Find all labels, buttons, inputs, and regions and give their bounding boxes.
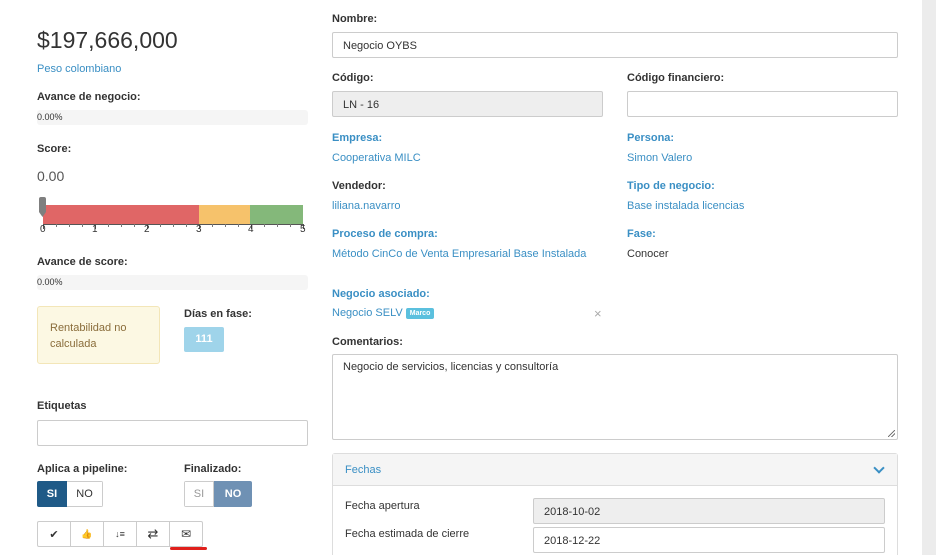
empresa-label: Empresa: bbox=[332, 132, 383, 144]
finalizado-toggle[interactable]: SI NO bbox=[184, 481, 252, 507]
gauge-minor-tick bbox=[121, 224, 122, 227]
pipeline-no-button[interactable]: NO bbox=[67, 481, 103, 507]
gauge-minor-tick bbox=[82, 224, 83, 227]
fechas-header[interactable]: Fechas bbox=[333, 454, 897, 486]
gauge-minor-tick bbox=[277, 224, 278, 227]
avance-score-label: Avance de score: bbox=[37, 256, 128, 268]
gauge-minor-tick bbox=[238, 224, 239, 227]
active-tab-underline bbox=[170, 547, 207, 550]
exchange-icon[interactable]: ⇄ bbox=[136, 521, 170, 547]
tipo-negocio-label: Tipo de negocio: bbox=[627, 180, 715, 192]
chevron-down-icon[interactable] bbox=[873, 462, 885, 474]
rentabilidad-box: Rentabilidad no calculada bbox=[37, 306, 160, 364]
gauge-green-segment bbox=[250, 205, 303, 224]
proceso-compra-label: Proceso de compra: bbox=[332, 228, 438, 240]
negocio-asociado-row: Negocio SELV Marco bbox=[332, 307, 435, 319]
negocio-asociado-label: Negocio asociado: bbox=[332, 288, 430, 300]
codigo-label: Código: bbox=[332, 72, 374, 84]
etiquetas-label: Etiquetas bbox=[37, 400, 87, 412]
vendedor-link[interactable]: liliana.navarro bbox=[332, 200, 400, 212]
rentabilidad-text: Rentabilidad no calculada bbox=[50, 322, 127, 350]
comentarios-textarea[interactable]: Negocio de servicios, licencias y consul… bbox=[332, 354, 898, 440]
score-label: Score: bbox=[37, 143, 72, 155]
finalizado-no-button[interactable]: NO bbox=[214, 481, 252, 507]
proceso-compra-link[interactable]: Método CinCo de Venta Empresarial Base I… bbox=[332, 248, 586, 260]
dias-en-fase-label: Días en fase: bbox=[184, 308, 252, 320]
sort-icon[interactable]: ↓≡ bbox=[103, 521, 137, 547]
finalizado-label: Finalizado: bbox=[184, 463, 242, 475]
comentarios-label: Comentarios: bbox=[332, 336, 403, 348]
gauge-yellow-segment bbox=[199, 205, 250, 224]
dias-en-fase-badge: 111 bbox=[184, 327, 224, 352]
marco-badge: Marco bbox=[405, 307, 435, 319]
finalizado-si-button[interactable]: SI bbox=[184, 481, 214, 507]
fechas-title: Fechas bbox=[345, 464, 382, 476]
fecha-cierre-label: Fecha estimada de cierre bbox=[345, 528, 470, 540]
envelope-icon[interactable]: ✉ bbox=[169, 521, 203, 547]
deal-detail-panel: $197,666,000 Peso colombiano Avance de n… bbox=[0, 0, 922, 555]
avance-negocio-value: 0.00% bbox=[37, 112, 63, 122]
gauge-minor-tick bbox=[212, 224, 213, 227]
remove-associated-icon[interactable]: × bbox=[594, 306, 602, 321]
avance-score-value: 0.00% bbox=[37, 277, 63, 287]
nombre-label: Nombre: bbox=[332, 13, 378, 25]
gauge-minor-tick bbox=[108, 224, 109, 227]
currency-link[interactable]: Peso colombiano bbox=[37, 63, 121, 75]
gauge-minor-tick bbox=[69, 224, 70, 227]
empresa-link[interactable]: Cooperativa MILC bbox=[332, 152, 421, 164]
fase-value: Conocer bbox=[627, 248, 669, 260]
deal-amount: $197,666,000 bbox=[37, 27, 178, 53]
gauge-minor-tick bbox=[56, 224, 57, 227]
fecha-apertura-input: 2018-10-02 bbox=[533, 498, 885, 524]
gauge-minor-tick bbox=[160, 224, 161, 227]
tipo-negocio-link[interactable]: Base instalada licencias bbox=[627, 200, 744, 212]
gauge-tick-label: 5 bbox=[300, 224, 306, 235]
pipeline-label: Aplica a pipeline: bbox=[37, 463, 128, 475]
gauge-tick-label: 1 bbox=[92, 224, 98, 235]
gauge-minor-tick bbox=[186, 224, 187, 227]
vendedor-label: Vendedor: bbox=[332, 180, 386, 192]
codigo-financiero-input[interactable] bbox=[627, 91, 898, 117]
fecha-cierre-input[interactable]: 2018-12-22 bbox=[533, 527, 885, 553]
avance-score-bar: 0.00% bbox=[37, 275, 308, 290]
score-value: 0.00 bbox=[37, 168, 65, 184]
gauge-tick-label: 3 bbox=[196, 224, 202, 235]
gauge-minor-tick bbox=[134, 224, 135, 227]
nombre-input[interactable]: Negocio OYBS bbox=[332, 32, 898, 58]
pipeline-toggle[interactable]: SI NO bbox=[37, 481, 103, 507]
etiquetas-input[interactable] bbox=[37, 420, 308, 446]
persona-label: Persona: bbox=[627, 132, 675, 144]
action-toolbar: ✔ 👍 ↓≡ ⇄ ✉ bbox=[37, 521, 203, 547]
codigo-financiero-label: Código financiero: bbox=[627, 72, 725, 84]
gauge-red-segment bbox=[43, 205, 199, 224]
check-icon[interactable]: ✔ bbox=[37, 521, 71, 547]
avance-negocio-label: Avance de negocio: bbox=[37, 91, 141, 103]
gauge-minor-tick bbox=[225, 224, 226, 227]
avance-negocio-bar: 0.00% bbox=[37, 110, 308, 125]
comentarios-text: Negocio de servicios, licencias y consul… bbox=[343, 361, 559, 373]
gauge-tick-label: 2 bbox=[144, 224, 150, 235]
codigo-input: LN - 16 bbox=[332, 91, 603, 117]
fecha-apertura-label: Fecha apertura bbox=[345, 500, 420, 512]
fase-label: Fase: bbox=[627, 228, 656, 240]
gauge-minor-tick bbox=[290, 224, 291, 227]
persona-link[interactable]: Simon Valero bbox=[627, 152, 692, 164]
gauge-minor-tick bbox=[173, 224, 174, 227]
gauge-tick-label: 0 bbox=[40, 224, 46, 235]
gauge-tick-label: 4 bbox=[248, 224, 254, 235]
negocio-asociado-link[interactable]: Negocio SELV bbox=[332, 307, 403, 319]
gauge-minor-tick bbox=[264, 224, 265, 227]
pipeline-si-button[interactable]: SI bbox=[37, 481, 67, 507]
resize-handle-icon[interactable] bbox=[888, 430, 895, 437]
thumbs-up-icon[interactable]: 👍 bbox=[70, 521, 104, 547]
